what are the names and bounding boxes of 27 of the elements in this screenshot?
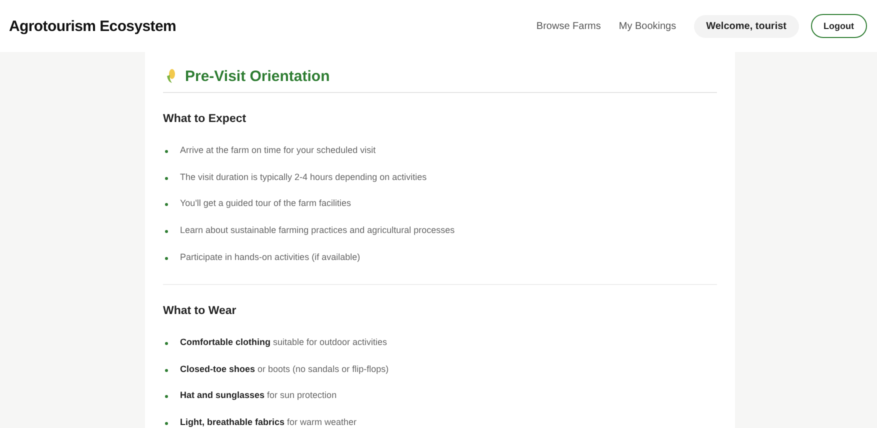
nav-link[interactable]: Browse Farms [536, 20, 601, 32]
list-item-text: You'll get a guided tour of the farm facilities [180, 198, 351, 208]
app-title: Agrotourism Ecosystem [9, 18, 176, 34]
bullet-icon [165, 203, 168, 206]
bullet-icon [165, 230, 168, 234]
bullet-icon [165, 422, 168, 426]
list-item-text: Participate in hands-on activities (if available) [180, 252, 360, 262]
list-item-text: Learn about sustainable farming practices and agricultural processes [180, 225, 455, 236]
welcome-label: Welcome, tourist [694, 14, 798, 38]
logout-button[interactable]: Logout [810, 14, 867, 38]
list-item-text: Light, breathable fabrics for warm weather [180, 417, 357, 428]
bullet-icon [165, 368, 168, 372]
list-item-text: Comfortable clothing suitable for outdoor activities [180, 337, 388, 348]
list-item-text: Closed-toe shoes or boots (no sandals or flip-flops) [180, 364, 389, 374]
list-item-text: The visit duration is typically 2-4 hours depending on activities [180, 172, 427, 182]
bullet-icon [165, 256, 168, 260]
list-item-text: Arrive at the farm on time for your scheduled visit [180, 145, 376, 156]
bullet-icon [165, 150, 168, 154]
section-heading: What to Wear [163, 304, 238, 319]
corn-icon [165, 68, 177, 84]
bullet-icon [165, 395, 168, 398]
bullet-icon [165, 176, 168, 180]
bullet-icon [165, 342, 168, 346]
card-title: Pre-Visit Orientation [185, 68, 330, 84]
nav-link[interactable]: My Bookings [618, 20, 676, 32]
section-heading: What to Expect [163, 112, 248, 127]
list-item-text: Hat and sunglasses for sun protection [180, 390, 337, 400]
